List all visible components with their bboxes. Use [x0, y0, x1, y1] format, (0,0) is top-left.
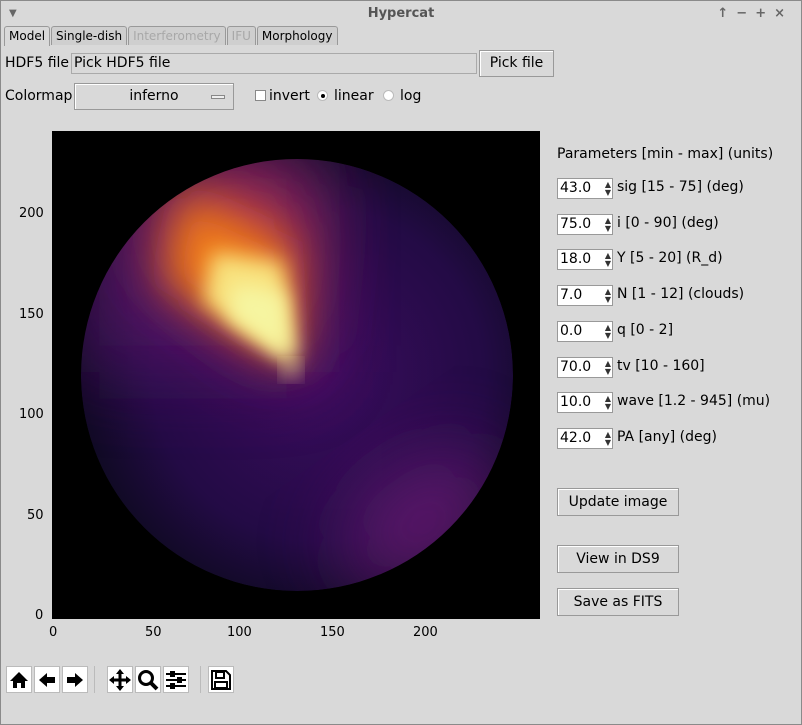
forward-icon — [67, 672, 83, 687]
param-label: q [0 - 2] — [617, 321, 674, 338]
zoom-icon — [138, 669, 159, 690]
dropdown-indicator-icon — [211, 95, 225, 99]
param-spinbox[interactable]: 42.0 ▲ ▼ — [557, 427, 613, 449]
param-label: tv [10 - 160] — [617, 357, 705, 374]
back-button[interactable] — [34, 666, 60, 693]
zoom-button[interactable] — [135, 666, 161, 693]
save-as-fits-button[interactable]: Save as FITS — [557, 588, 679, 616]
minimize-button[interactable]: − — [736, 6, 755, 21]
x-tick-label: 50 — [145, 625, 162, 640]
colormap-select[interactable]: inferno — [74, 83, 234, 110]
param-label: sig [15 - 75] (deg) — [617, 179, 744, 195]
param-value: 0.0 — [560, 322, 583, 339]
x-tick-label: 100 — [227, 625, 252, 640]
param-value: 70.0 — [560, 358, 592, 375]
param-spinbox[interactable]: 75.0 ▲ ▼ — [557, 213, 613, 235]
spin-arrows-icon[interactable]: ▲ ▼ — [605, 181, 611, 197]
param-value: 42.0 — [560, 429, 592, 446]
log-label: log — [400, 88, 422, 104]
title-bar: ▼ Hypercat ↑−+× — [1, 1, 801, 26]
plot-axes-frame — [52, 131, 540, 619]
close-button[interactable]: × — [774, 6, 793, 21]
colormap-value: inferno — [129, 88, 179, 104]
param-value: 43.0 — [560, 180, 592, 196]
configure-icon — [166, 670, 186, 689]
param-value: 75.0 — [560, 215, 592, 232]
tab-interferometry: Interferometry — [128, 26, 226, 45]
toolbar-separator — [94, 666, 95, 693]
tab-single-dish[interactable]: Single-dish — [51, 26, 128, 45]
hdf5-file-label: HDF5 file — [5, 55, 70, 71]
linear-radio[interactable] — [317, 90, 328, 101]
home-icon — [10, 671, 28, 688]
pick-file-button[interactable]: Pick file — [479, 50, 554, 77]
y-tick-label: 100 — [19, 407, 44, 422]
forward-button[interactable] — [62, 666, 88, 693]
tab-morphology[interactable]: Morphology — [256, 26, 338, 45]
back-icon — [39, 672, 55, 687]
invert-checkbox[interactable] — [255, 90, 266, 101]
update-image-button[interactable]: Update image — [557, 488, 679, 516]
window-title: Hypercat — [367, 6, 435, 21]
param-spinbox[interactable]: 0.0 ▲ ▼ — [557, 320, 613, 342]
tab-model[interactable]: Model — [4, 26, 51, 46]
param-label: i [0 - 90] (deg) — [617, 214, 719, 231]
spin-arrows-icon[interactable]: ▲ ▼ — [605, 323, 611, 340]
y-tick-label: 50 — [27, 508, 44, 523]
y-tick-label: 150 — [19, 307, 44, 322]
save-figure-button[interactable] — [208, 666, 234, 693]
configure-subplots-button[interactable] — [163, 666, 189, 693]
tab-ifu: IFU — [226, 26, 256, 45]
tab-bar: Model Single-dish Interferometry IFU Mor… — [4, 26, 339, 46]
x-tick-label: 150 — [320, 625, 345, 640]
home-button[interactable] — [6, 666, 32, 693]
app-window: ▼ Hypercat ↑−+× Model Single-dish Interf… — [0, 0, 802, 725]
x-tick-label: 0 — [49, 625, 58, 640]
window-menu-icon[interactable]: ▼ — [9, 1, 17, 26]
maximize-button[interactable]: + — [755, 6, 774, 21]
linear-label: linear — [334, 88, 374, 104]
pan-button[interactable] — [107, 666, 133, 693]
pan-icon — [109, 668, 131, 691]
param-spinbox[interactable]: 18.0 ▲ ▼ — [557, 249, 613, 271]
param-spinbox[interactable]: 70.0 ▲ ▼ — [557, 356, 613, 378]
spin-arrows-icon[interactable]: ▲ ▼ — [605, 216, 611, 233]
parameters-header: Parameters [min - max] (units) — [557, 146, 774, 162]
invert-label: invert — [269, 88, 310, 104]
param-label: wave [1.2 - 945] (mu) — [617, 393, 771, 410]
colormap-label: Colormap — [5, 88, 73, 104]
param-value: 18.0 — [560, 251, 592, 268]
param-label: N [1 - 12] (clouds) — [617, 286, 745, 303]
view-in-ds9-button[interactable]: View in DS9 — [557, 545, 679, 573]
save-icon — [211, 669, 231, 690]
spin-arrows-icon[interactable]: ▲ ▼ — [605, 359, 611, 376]
param-label: Y [5 - 20] (R_d) — [617, 250, 723, 267]
keep-above-button[interactable]: ↑ — [717, 6, 736, 21]
param-spinbox[interactable]: 43.0 ▲ ▼ — [557, 178, 613, 199]
param-spinbox[interactable]: 10.0 ▲ ▼ — [557, 392, 613, 414]
spin-arrows-icon[interactable]: ▲ ▼ — [605, 395, 611, 411]
param-label: PA [any] (deg) — [617, 428, 717, 445]
spin-arrows-icon[interactable]: ▲ ▼ — [605, 252, 611, 268]
log-radio[interactable] — [383, 90, 394, 101]
param-spinbox[interactable]: 7.0 ▲ ▼ — [557, 285, 613, 307]
y-tick-label: 200 — [19, 206, 44, 221]
spin-arrows-icon[interactable]: ▲ ▼ — [605, 430, 611, 447]
param-value: 10.0 — [560, 394, 592, 411]
hdf5-file-field[interactable]: Pick HDF5 file — [71, 53, 477, 74]
y-tick-label: 0 — [35, 608, 44, 623]
x-tick-label: 200 — [413, 625, 438, 640]
toolbar-separator — [200, 666, 201, 693]
spin-arrows-icon[interactable]: ▲ ▼ — [605, 288, 611, 304]
param-value: 7.0 — [560, 287, 583, 304]
